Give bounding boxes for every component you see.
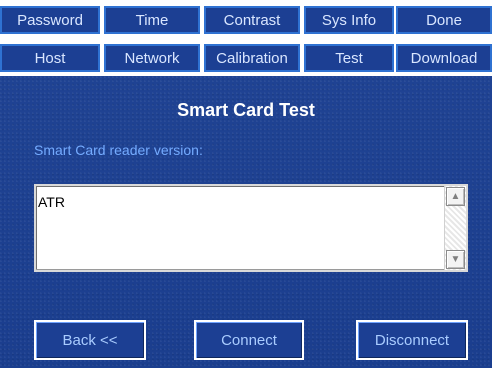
disconnect-button[interactable]: Disconnect xyxy=(356,320,468,360)
smart-card-test-screen: Password Time Contrast Sys Info Done Hos… xyxy=(0,0,492,380)
tab-contrast[interactable]: Contrast xyxy=(204,6,300,34)
tab-test[interactable]: Test xyxy=(304,44,394,72)
tab-sys-info[interactable]: Sys Info xyxy=(304,6,394,34)
tab-calibration[interactable]: Calibration xyxy=(204,44,300,72)
page-title: Smart Card Test xyxy=(177,100,315,120)
reader-output-box[interactable]: ATR ▲ ▼ xyxy=(34,184,468,272)
tab-time[interactable]: Time xyxy=(104,6,200,34)
tab-password[interactable]: Password xyxy=(0,6,100,34)
tab-network[interactable]: Network xyxy=(104,44,200,72)
scroll-down-icon[interactable]: ▼ xyxy=(446,250,465,269)
reader-version-label: Smart Card reader version: xyxy=(34,142,203,158)
back-button[interactable]: Back << xyxy=(34,320,146,360)
connect-button[interactable]: Connect xyxy=(194,320,304,360)
tab-download[interactable]: Download xyxy=(396,44,492,72)
tab-done[interactable]: Done xyxy=(396,6,492,34)
tab-host[interactable]: Host xyxy=(0,44,100,72)
reader-output-text: ATR xyxy=(38,194,65,210)
output-scrollbar[interactable]: ▲ ▼ xyxy=(444,186,466,270)
scroll-up-icon[interactable]: ▲ xyxy=(446,187,465,206)
